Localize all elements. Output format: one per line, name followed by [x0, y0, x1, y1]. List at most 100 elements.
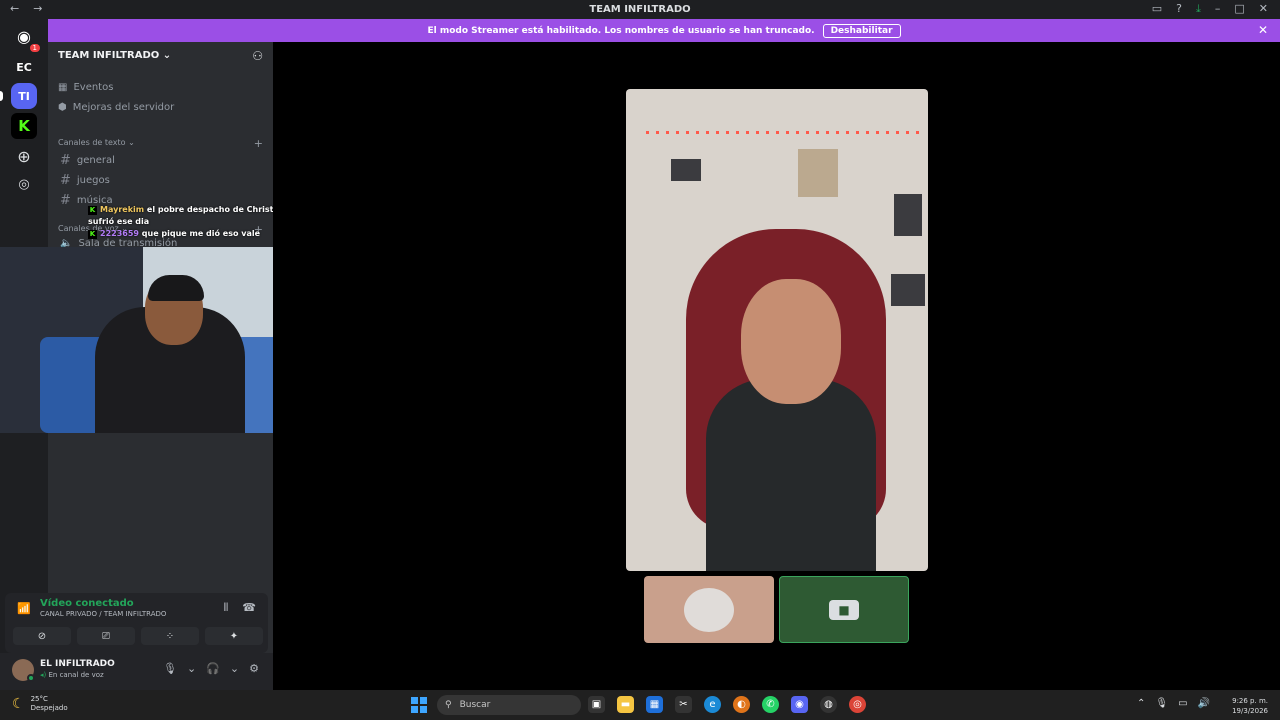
streamer-mode-banner: El modo Streamer está habilitado. Los no… — [48, 19, 1280, 42]
server-header[interactable]: TEAM INFILTRADO ⌄ ⚇ — [48, 42, 273, 70]
kick-icon: K — [88, 230, 97, 239]
active-pip — [0, 91, 3, 101]
window-title: TEAM INFILTRADO — [589, 4, 691, 15]
headphones-icon[interactable]: 🎧 — [206, 662, 220, 675]
boost-icon: ⬢ — [58, 102, 67, 113]
download-icon[interactable]: ⤓ — [1196, 2, 1201, 16]
chat-text: que pique me dió eso vale — [141, 229, 261, 238]
boosts-item[interactable]: ⬢ Mejoras del servidor — [58, 102, 174, 113]
discord-icon[interactable]: ◉ — [791, 696, 808, 713]
obs-icon[interactable]: ◍ — [820, 696, 837, 713]
settings-gear-icon[interactable]: ⚙ — [249, 662, 259, 675]
date: 19/3/2026 — [1232, 707, 1268, 715]
weather-widget[interactable]: ☾ 25°C Despejado — [12, 695, 68, 713]
participant-tile-avatar[interactable] — [644, 576, 774, 643]
volume-icon[interactable]: 🔊 — [1198, 698, 1210, 709]
store-icon[interactable]: ▦ — [646, 696, 663, 713]
inbox-icon[interactable]: ▭ — [1152, 2, 1162, 16]
calendar-icon: ▦ — [58, 82, 68, 93]
hash-icon: # — [60, 153, 71, 168]
taskbar-apps: ▣ ▬ ▦ ✂ e ◐ ✆ ◉ ◍ ◎ — [588, 696, 866, 713]
file-explorer-icon[interactable]: ▬ — [617, 696, 634, 713]
network-icon[interactable]: ▭ — [1178, 698, 1187, 709]
chat-username: Mayrekim — [100, 205, 145, 214]
close-window-icon[interactable]: ✕ — [1259, 2, 1268, 16]
guild-kick-icon[interactable]: K — [11, 113, 37, 139]
guild-team-infiltrado[interactable]: TI — [0, 83, 37, 109]
add-channel-icon[interactable]: + — [254, 137, 263, 150]
windows-start-icon[interactable] — [411, 697, 427, 713]
time: 9:26 p. m. — [1232, 697, 1268, 705]
events-item[interactable]: ▦ Eventos — [58, 82, 113, 93]
explore-icon[interactable]: ◎ — [11, 171, 37, 197]
invite-people-icon[interactable]: ⚇ — [252, 49, 263, 63]
system-tray: ⌃ 🎙 ▭ 🔊 — [1137, 698, 1210, 709]
server-name: TEAM INFILTRADO — [58, 50, 160, 61]
voice-actions: ⦀ ☎ — [223, 601, 256, 615]
events-label: Eventos — [73, 82, 114, 93]
camera-off-button[interactable]: ⊘ — [13, 627, 71, 645]
guild-ti-label: TI — [18, 89, 30, 103]
window-controls: ▭ ? ⤓ – □ ✕ — [1152, 2, 1268, 16]
add-server-icon[interactable]: ⊕ — [11, 143, 37, 169]
chevron-down-icon[interactable]: ⌄ — [187, 662, 196, 675]
channel-general[interactable]: # general — [60, 153, 115, 168]
chat-username: 2223659 — [100, 229, 139, 238]
voice-status[interactable]: Vídeo conectado — [40, 598, 134, 609]
chevron-up-icon[interactable]: ⌃ — [1137, 698, 1145, 709]
help-icon[interactable]: ? — [1176, 2, 1182, 16]
voice-channel-path[interactable]: CANAL PRIVADO / TEAM INFILTRADO — [40, 610, 166, 618]
taskbar: ☾ 25°C Despejado ⚲ Buscar ▣ ▬ ▦ ✂ e ◐ ✆ … — [0, 690, 1280, 720]
voice-activity-icon: ◂) — [40, 671, 47, 679]
search-icon: ⚲ — [445, 700, 452, 710]
noise-suppression-icon[interactable]: ⦀ — [223, 601, 228, 615]
video-camera-icon: ■ — [829, 599, 859, 620]
guild-ec[interactable]: EC — [11, 54, 37, 80]
signal-icon[interactable]: 📶 — [17, 602, 31, 615]
online-status-dot — [27, 674, 35, 682]
main-video-feed[interactable] — [626, 89, 928, 571]
search-placeholder: Buscar — [459, 700, 491, 710]
capcut-icon[interactable]: ✂ — [675, 696, 692, 713]
text-category[interactable]: Canales de texto ⌄ + — [58, 137, 263, 150]
taskbar-search[interactable]: ⚲ Buscar — [437, 695, 581, 715]
edge-icon[interactable]: e — [704, 696, 721, 713]
wall-photo — [891, 274, 925, 306]
close-banner-icon[interactable]: ✕ — [1258, 23, 1268, 37]
disable-streamer-button[interactable]: Deshabilitar — [822, 23, 901, 38]
soundboard-button[interactable]: ✦ — [205, 627, 263, 645]
maximize-icon[interactable]: □ — [1234, 2, 1244, 16]
discord-home-icon[interactable]: ◉ 1 — [11, 23, 40, 52]
user-controls: 🎙 ⌄ 🎧 ⌄ ⚙ — [163, 662, 259, 675]
microphone-icon[interactable]: 🎙 — [1155, 698, 1168, 709]
task-view-icon[interactable]: ▣ — [588, 696, 605, 713]
weather-text: 25°C Despejado — [31, 695, 68, 713]
hash-icon: # — [60, 173, 71, 188]
video-face — [741, 279, 841, 404]
wall-photo — [671, 159, 701, 181]
chevron-down-icon[interactable]: ⌄ — [230, 662, 239, 675]
notification-badge: 1 — [29, 44, 40, 52]
title-bar: ← → TEAM INFILTRADO ▭ ? ⤓ – □ ✕ — [0, 0, 1280, 19]
chevron-down-icon: ⌄ — [162, 50, 172, 61]
screen-share-button[interactable]: ⎚ — [77, 627, 135, 645]
firefox-icon[interactable]: ◐ — [733, 696, 750, 713]
disconnect-icon[interactable]: ☎ — [242, 601, 256, 615]
banner-text: El modo Streamer está habilitado. Los no… — [427, 25, 815, 36]
wall-photo — [798, 149, 838, 197]
username[interactable]: EL INFILTRADO — [40, 659, 115, 669]
whatsapp-icon[interactable]: ✆ — [762, 696, 779, 713]
string-lights — [646, 131, 926, 134]
activities-button[interactable]: ⁘ — [141, 627, 199, 645]
participant-avatar — [682, 586, 736, 634]
clock[interactable]: 9:26 p. m. 19/3/2026 — [1232, 696, 1268, 716]
chrome-icon[interactable]: ◎ — [849, 696, 866, 713]
avatar[interactable] — [12, 659, 35, 682]
participant-tile-camera[interactable]: ■ — [779, 576, 909, 643]
kick-icon: K — [88, 206, 97, 215]
voice-connection-panel: 📶 Vídeo conectado CANAL PRIVADO / TEAM I… — [5, 593, 268, 653]
minimize-icon[interactable]: – — [1215, 2, 1221, 16]
channel-juegos[interactable]: # juegos — [60, 173, 110, 188]
microphone-icon[interactable]: 🎙 — [163, 662, 177, 675]
user-status: ◂) En canal de voz — [40, 671, 104, 679]
